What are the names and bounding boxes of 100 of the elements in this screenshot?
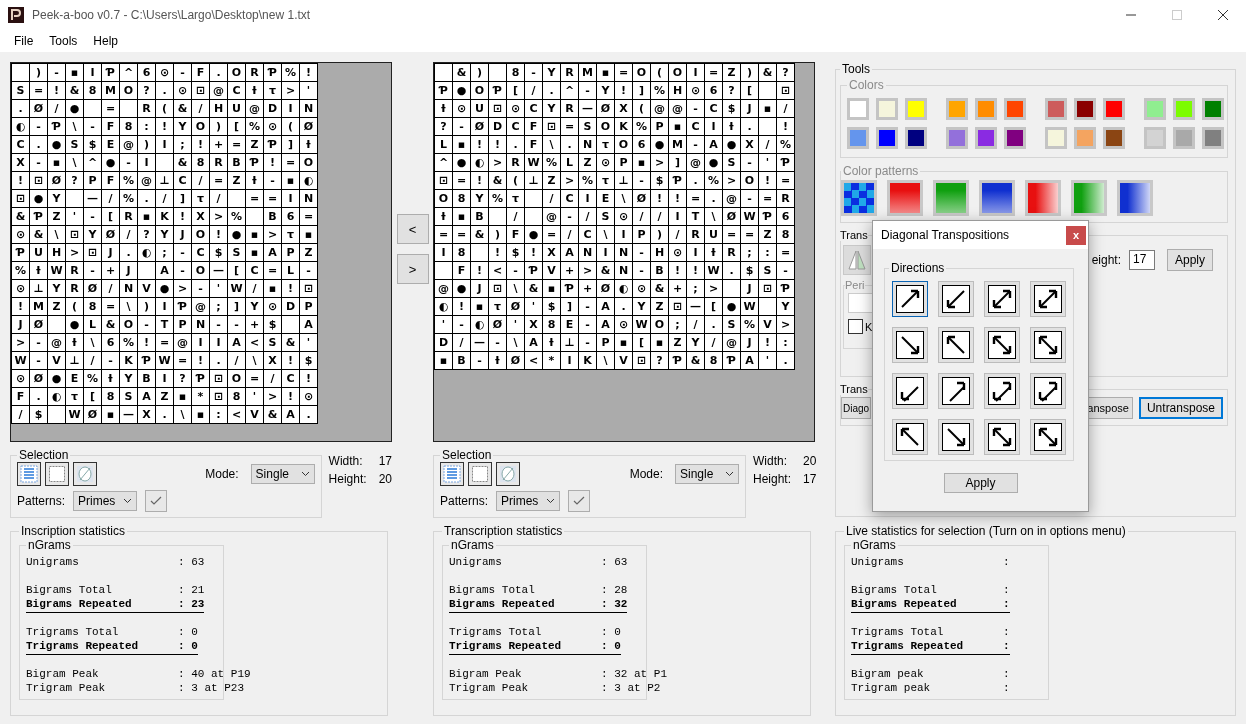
grid-cell: ! — [282, 388, 299, 405]
grid-cell: J — [174, 226, 191, 243]
direction-button[interactable] — [892, 419, 928, 455]
color-swatch[interactable] — [847, 127, 869, 149]
color-swatch[interactable] — [1144, 98, 1166, 120]
color-swatch[interactable] — [1004, 98, 1026, 120]
grid-cell: ● — [66, 316, 83, 333]
grid-cell: X — [12, 154, 29, 171]
direction-button[interactable] — [1030, 281, 1066, 317]
line-select-button[interactable] — [440, 462, 464, 486]
rectangle-select-button[interactable] — [468, 462, 492, 486]
menu-item[interactable]: Help — [85, 34, 127, 48]
grid-cell: = — [759, 190, 776, 207]
grid-cell: % — [282, 64, 299, 81]
color-swatch[interactable] — [876, 98, 898, 120]
grid-cell: ! — [192, 136, 209, 153]
grid-cell: Ø — [471, 118, 488, 135]
direction-button[interactable] — [1030, 327, 1066, 363]
grid-cell: % — [579, 172, 596, 189]
mode-select[interactable]: Single — [675, 464, 739, 484]
grid-cell: R — [246, 64, 263, 81]
color-swatch[interactable] — [905, 127, 927, 149]
grid-cell: / — [453, 334, 470, 351]
patterns-select[interactable]: Primes — [496, 491, 561, 511]
patterns-select[interactable]: Primes — [73, 491, 138, 511]
move-button[interactable]: < — [396, 214, 429, 244]
transpose-button[interactable]: Untranspose — [1138, 397, 1223, 419]
color-swatch[interactable] — [1045, 98, 1067, 120]
mode-select[interactable]: Single — [250, 464, 315, 484]
color-swatch[interactable] — [847, 98, 869, 120]
height-field[interactable]: 17 — [1129, 250, 1155, 270]
color-swatch[interactable] — [1173, 98, 1195, 120]
grid-cell: W — [228, 280, 245, 297]
direction-button[interactable] — [984, 373, 1020, 409]
grid-cell: F — [12, 388, 29, 405]
grid-cell: : — [759, 244, 776, 261]
group-label: Peri — [845, 279, 865, 291]
color-swatch[interactable] — [1004, 127, 1026, 149]
grid-cell: 8 — [84, 82, 101, 99]
color-swatch[interactable] — [975, 98, 997, 120]
color-swatch[interactable] — [946, 98, 968, 120]
color-swatch[interactable] — [1202, 98, 1224, 120]
color-swatch[interactable] — [1045, 127, 1067, 149]
pattern-swatch[interactable] — [933, 180, 969, 216]
pattern-swatch[interactable] — [1071, 180, 1107, 216]
color-swatch[interactable] — [975, 127, 997, 149]
direction-button[interactable] — [984, 327, 1020, 363]
grid-cell: - — [633, 172, 650, 189]
color-swatch[interactable] — [905, 98, 927, 120]
grid-cell: O — [651, 316, 668, 333]
dimension-value: 20 — [378, 472, 392, 486]
grid-cell: / — [561, 226, 578, 243]
direction-button[interactable] — [1030, 419, 1066, 455]
grid-cell: X — [543, 244, 560, 261]
grid-cell: ( — [66, 298, 83, 315]
rectangle-select-button[interactable] — [45, 462, 69, 486]
pattern-swatch[interactable] — [1117, 180, 1153, 216]
apply-button[interactable]: Apply — [1167, 249, 1213, 271]
checkbox[interactable] — [848, 319, 863, 334]
direction-button[interactable] — [984, 419, 1020, 455]
transpose-button[interactable]: Diago — [841, 397, 872, 419]
grid-cell: / — [579, 208, 596, 225]
ellipse-select-button[interactable] — [496, 462, 520, 486]
pattern-swatch[interactable] — [1025, 180, 1061, 216]
color-swatch[interactable] — [876, 127, 898, 149]
direction-button[interactable] — [892, 327, 928, 363]
direction-button[interactable] — [938, 373, 974, 409]
direction-button[interactable] — [892, 373, 928, 409]
grid-cell: A — [264, 244, 281, 261]
direction-button[interactable] — [938, 419, 974, 455]
color-swatch[interactable] — [1144, 127, 1166, 149]
pattern-swatch[interactable] — [887, 180, 923, 216]
menu-item[interactable]: File — [6, 34, 42, 48]
color-swatch[interactable] — [1074, 127, 1096, 149]
color-swatch[interactable] — [1103, 127, 1125, 149]
direction-button[interactable] — [892, 281, 928, 317]
color-swatch[interactable] — [1074, 98, 1096, 120]
pattern-swatch[interactable] — [841, 180, 877, 216]
grid-cell: % — [84, 370, 101, 387]
grid-cell: ( — [651, 64, 668, 81]
pattern-swatch[interactable] — [979, 180, 1015, 216]
line-select-button[interactable] — [17, 462, 41, 486]
color-swatch[interactable] — [946, 127, 968, 149]
group-label: nGrams — [27, 538, 72, 552]
grid-cell: Z — [300, 244, 317, 261]
grid-cell: J — [102, 244, 119, 261]
apply-button[interactable]: Apply — [943, 473, 1018, 493]
ellipse-select-button[interactable] — [73, 462, 97, 486]
move-button[interactable]: > — [396, 254, 429, 284]
direction-button[interactable] — [938, 327, 974, 363]
color-swatch[interactable] — [1202, 127, 1224, 149]
direction-button[interactable] — [984, 281, 1020, 317]
grid-cell: [ — [84, 388, 101, 405]
close-button[interactable]: x — [1066, 225, 1086, 245]
direction-button[interactable] — [938, 281, 974, 317]
direction-button[interactable] — [1030, 373, 1066, 409]
menu-item[interactable]: Tools — [41, 34, 86, 48]
grid-cell: Ɨ — [246, 172, 263, 189]
color-swatch[interactable] — [1173, 127, 1195, 149]
color-swatch[interactable] — [1103, 98, 1125, 120]
